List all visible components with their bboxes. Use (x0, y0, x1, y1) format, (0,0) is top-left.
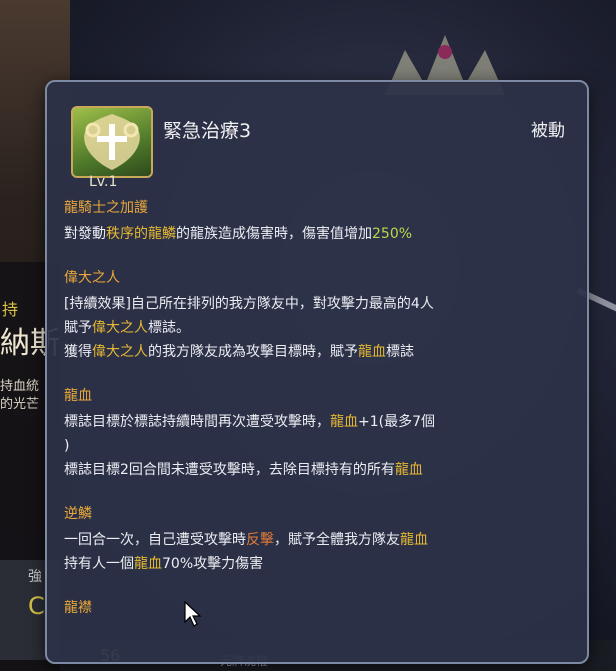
effect-section: 逆鱗 一回合一次，自己遭受攻擊時反擊，賦予全體我方隊友龍血 持有人一個龍血70%… (64, 504, 569, 576)
skill-type: 被動 (531, 121, 565, 141)
effect-line: 獲得偉大之人的我方隊友成為攻擊目標時，賦予龍血標誌 (64, 344, 414, 360)
effect-section: 偉大之人 [持續效果]自己所在排列的我方隊友中，對攻擊力最高的4人 賦予偉大之人… (64, 268, 569, 364)
character-tag: 持 (2, 300, 19, 319)
enhance-label: 強 (28, 569, 42, 585)
effect-section: 龍騎士之加護 對發動秩序的龍鱗的龍族造成傷害時，傷害值增加250% (64, 198, 569, 246)
effect-line: 標誌目標於標誌持續時間再次遭受攻擊時，龍血+1(最多7個 (64, 414, 436, 430)
effect-title: 龍血 (64, 388, 92, 404)
skill-name: 緊急治療3 (163, 120, 252, 142)
effect-line: 持有人一個龍血70%攻擊力傷害 (64, 556, 264, 572)
effect-section: 龍襟 (64, 598, 569, 618)
effect-line: 標誌目標2回合間未遭受攻擊時，去除目標持有的所有龍血 (64, 462, 423, 478)
skill-description: 龍騎士之加護 對發動秩序的龍鱗的龍族造成傷害時，傷害值增加250% 偉大之人 [… (64, 198, 569, 622)
effect-line: 一回合一次，自己遭受攻擊時反擊，賦予全體我方隊友龍血 (64, 532, 428, 548)
effect-title: 偉大之人 (64, 270, 120, 286)
skill-tooltip: Lv.1 緊急治療3 被動 龍騎士之加護 對發動秩序的龍鱗的龍族造成傷害時，傷害… (45, 80, 589, 664)
effect-title: 逆鱗 (64, 506, 92, 522)
character-desc: 持血統 的光芒 (0, 379, 40, 412)
effect-line: 對發動秩序的龍鱗的龍族造成傷害時，傷害值增加250% (64, 226, 413, 242)
skill-level: Lv.1 (89, 174, 118, 190)
enhance-value: C (28, 592, 45, 620)
mouse-cursor-icon (184, 600, 202, 631)
effect-line: ) (64, 438, 70, 454)
dragon-crest-icon (71, 106, 153, 178)
effect-section: 龍血 標誌目標於標誌持續時間再次遭受攻擊時，龍血+1(最多7個 ) 標誌目標2回… (64, 386, 569, 482)
effect-line: [持續效果]自己所在排列的我方隊友中，對攻擊力最高的4人 (64, 296, 434, 312)
effect-title: 龍襟 (64, 600, 92, 616)
effect-line: 賦予偉大之人標誌。 (64, 320, 190, 336)
effect-title: 龍騎士之加護 (64, 200, 148, 216)
